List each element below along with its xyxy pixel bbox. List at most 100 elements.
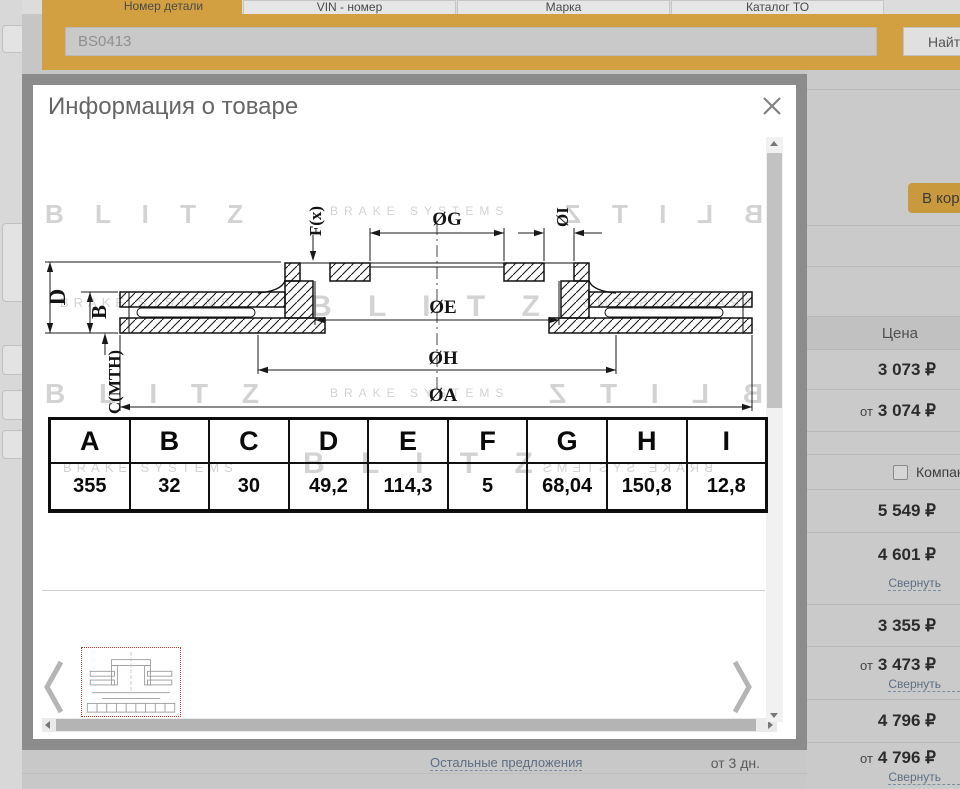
spec-header: D [289, 420, 370, 464]
price-value: от 3 473 ₽ [860, 654, 936, 674]
tab-bar-accent-stub [42, 0, 85, 14]
dimmed-side-button[interactable] [2, 390, 22, 420]
scroll-up-arrow-icon[interactable] [766, 137, 783, 150]
dimmed-side-button[interactable] [2, 25, 22, 53]
dim-label-G: ØG [432, 209, 462, 230]
dim-label-I: ØI [553, 207, 572, 227]
price-cell: от 4 796 ₽ Свернуть [807, 743, 960, 789]
drawing-thumbnail-selected[interactable] [81, 647, 181, 717]
price-cell: 4 796 ₽ [807, 700, 960, 743]
dim-label-E: ØE [429, 297, 456, 318]
content-divider [42, 590, 765, 591]
spec-value: 12,8 [706, 475, 746, 497]
svg-text:B L I T Z: B L I T Z [553, 199, 763, 229]
tab-part-number[interactable]: Номер детали [85, 0, 242, 14]
scroll-down-arrow-icon[interactable] [766, 709, 783, 722]
tab-to-catalog[interactable]: Каталог ТО [671, 0, 884, 14]
page-root: Номер детали VIN - номер Марка Каталог Т… [0, 0, 960, 789]
close-icon[interactable] [760, 94, 784, 118]
price-prefix: от [860, 403, 873, 419]
collapse-link[interactable]: Свернуть [888, 677, 960, 692]
price-cell: 3 355 ₽ [807, 605, 960, 647]
price-prefix: от [860, 750, 873, 766]
tab-vin[interactable]: VIN - номер [243, 0, 456, 14]
spec-value: 355 [51, 464, 131, 509]
spec-header: G [528, 420, 608, 464]
spec-table-value-row: 355 32 30 49,2 114,3 5 68,04 150,8 12,8 [51, 464, 765, 509]
dimmed-bottom-strip: Остальные предложения от 3 дн. [22, 750, 807, 789]
price-cell: 5 549 ₽ [807, 490, 960, 533]
spec-value: 68,04 [528, 464, 608, 509]
spec-header: A [51, 420, 131, 464]
spec-header: C [210, 420, 290, 464]
svg-text:B L I T Z: B L I T Z [536, 378, 763, 409]
scroll-left-arrow-icon[interactable] [42, 718, 55, 732]
dim-label-A: ØA [429, 385, 458, 406]
spec-value: 30 [210, 464, 290, 509]
dim-label-B: B [87, 305, 111, 319]
divider [22, 773, 807, 774]
spec-header: B [130, 420, 211, 464]
table-row [807, 267, 960, 317]
dimmed-side-button[interactable] [2, 345, 22, 375]
company-filter-row: Компания [807, 455, 960, 490]
delivery-time: от 3 дн. [710, 755, 760, 771]
price-cell: от 3 074 ₽ [807, 390, 960, 432]
svg-text:B L I T Z: B L I T Z [45, 378, 272, 409]
other-offers-link[interactable]: Остальные предложения [430, 755, 583, 771]
collapse-link[interactable]: Свернуть [888, 770, 960, 785]
vertical-scrollbar-thumb[interactable] [767, 153, 782, 408]
svg-text:BRAKE SYSTEMS: BRAKE SYSTEMS [330, 386, 509, 400]
offers-table-right-edge: В корзину Цена 3 073 ₽ от3 074 ₽ Компани… [807, 70, 960, 789]
tab-brand[interactable]: Марка [457, 0, 670, 14]
dim-label-C: C(MTH) [105, 350, 124, 414]
table-row [807, 226, 960, 267]
brake-disc-technical-drawing: B L I T Z BRAKE SYSTEMS B L I T Z BRAKE … [45, 199, 763, 414]
modal-title: Информация о товаре [48, 93, 299, 120]
dimmed-left-panel [0, 0, 22, 789]
price-value: 4 601 ₽ [877, 544, 936, 564]
price-cell: от 3 473 ₽ Свернуть [807, 647, 960, 700]
price-column-header: Цена [807, 317, 960, 350]
spec-value: 49,2 [290, 464, 370, 509]
company-checkbox-label: Компания [916, 464, 960, 480]
dim-label-F: F(x) [306, 206, 325, 236]
svg-text:BRAKE SYSTEMS: BRAKE SYSTEMS [330, 204, 509, 218]
carousel-next-icon[interactable] [729, 657, 755, 717]
spec-value: 5 [449, 464, 529, 509]
price-value: 4 796 ₽ [877, 711, 936, 730]
dim-label-H: ØH [428, 348, 458, 369]
price-cell: 3 073 ₽ [807, 350, 960, 390]
horizontal-scrollbar[interactable] [42, 718, 777, 732]
dimmed-side-button[interactable] [2, 430, 22, 459]
price-value: 3 073 ₽ [877, 359, 936, 379]
dim-label-D: D [45, 289, 70, 306]
carousel-prev-icon[interactable] [41, 657, 67, 717]
spec-value: 32 [131, 464, 211, 509]
price-prefix: от [860, 657, 873, 673]
spec-table-header-row: A B C D E F G H I [51, 420, 766, 464]
spec-value: 150,8 [608, 464, 688, 509]
vertical-scrollbar[interactable] [766, 137, 783, 722]
spec-header: F [448, 420, 529, 464]
part-number-input[interactable] [65, 27, 877, 56]
collapse-row: Свернуть [807, 576, 960, 605]
table-row [807, 70, 960, 90]
spec-header: I [687, 420, 766, 464]
spec-header: H [607, 420, 688, 464]
dimmed-side-button[interactable] [2, 223, 22, 302]
price-value: 3 355 ₽ [877, 615, 936, 635]
company-checkbox[interactable] [893, 464, 908, 480]
svg-text:B L I T Z: B L I T Z [45, 199, 255, 229]
dimension-spec-table: A B C D E F G H I 355 32 30 49,2 114,3 5 [48, 417, 768, 513]
spec-header: E [369, 420, 449, 464]
table-row [807, 432, 960, 455]
horizontal-scrollbar-thumb[interactable] [56, 719, 756, 731]
price-value: 5 549 ₽ [877, 501, 936, 520]
add-to-cart-button[interactable]: В корзину [908, 183, 960, 213]
spec-value: 114,3 [369, 464, 449, 509]
find-button[interactable]: Найти [903, 27, 960, 56]
price-cell: 4 601 ₽ [807, 533, 960, 576]
price-value: от 3 074 ₽ [860, 400, 936, 420]
collapse-link[interactable]: Свернуть [888, 576, 941, 591]
